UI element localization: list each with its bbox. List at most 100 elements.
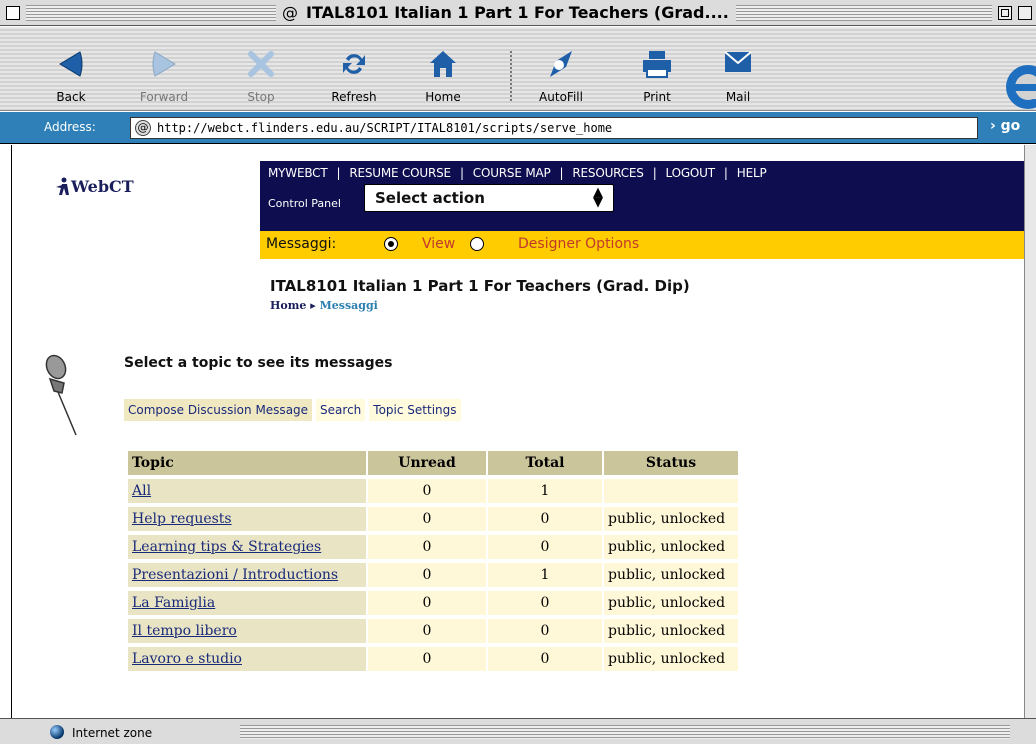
forward-button[interactable]: Forward [130, 27, 198, 111]
pushpin-icon [45, 354, 77, 436]
webct-logo[interactable]: WebCT [56, 177, 134, 196]
status-bar: Internet zone [0, 718, 1036, 744]
topic-cell: Il tempo libero [128, 619, 366, 643]
unread-cell: 0 [368, 647, 486, 671]
designer-options-label[interactable]: Designer Options [518, 236, 639, 252]
table-row: All 0 1 [128, 479, 738, 503]
address-input[interactable]: @ http://webct.flinders.edu.au/SCRIPT/IT… [130, 117, 978, 139]
web-page: WebCT MYWEBCT | RESUME COURSE | COURSE MAP | R… [12, 145, 1036, 718]
refresh-icon [343, 54, 365, 74]
topic-cell: La Famiglia [128, 591, 366, 615]
topic-cell: Learning tips & Strategies [128, 535, 366, 559]
unread-cell: 0 [368, 591, 486, 615]
mail-icon [724, 51, 752, 72]
home-button[interactable]: Home [418, 27, 468, 111]
globe-icon [50, 725, 64, 739]
total-cell: 0 [488, 507, 602, 531]
nav-resume-course[interactable]: RESUME COURSE [349, 166, 451, 180]
stop-button[interactable]: Stop [236, 27, 286, 111]
control-panel-label: Control Panel [268, 197, 341, 210]
action-links: Compose Discussion Message Search Topic … [124, 399, 461, 421]
status-zone: Internet zone [72, 726, 153, 740]
updown-arrows-icon: ▲ ▼ [593, 185, 603, 210]
topic-link-lavoro-e-studio[interactable]: Lavoro e studio [132, 651, 242, 667]
topic-cell: All [128, 479, 366, 503]
total-cell: 0 [488, 619, 602, 643]
nav-mywebct[interactable]: MYWEBCT [268, 166, 328, 180]
status-cell: public, unlocked [604, 647, 738, 671]
topic-link-la-famiglia[interactable]: La Famiglia [132, 595, 215, 611]
select-action-dropdown[interactable]: Select action ▲ ▼ [364, 184, 614, 212]
breadcrumb: Home ▸ Messaggi [270, 299, 378, 312]
print-button[interactable]: Print [632, 27, 682, 111]
unread-cell: 0 [368, 619, 486, 643]
address-label: Address: [44, 120, 96, 134]
toolbar-separator [510, 51, 512, 101]
breadcrumb-arrow-icon: ▸ [310, 299, 320, 312]
close-box[interactable] [6, 6, 20, 20]
topic-link-presentazioni[interactable]: Presentazioni / Introductions [132, 567, 338, 583]
printer-icon [643, 51, 671, 78]
status-cell: public, unlocked [604, 507, 738, 531]
topic-settings-link[interactable]: Topic Settings [369, 399, 461, 421]
topic-link-all[interactable]: All [132, 483, 151, 499]
search-link[interactable]: Search [316, 399, 366, 421]
nav-course-map[interactable]: COURSE MAP [473, 166, 551, 180]
go-label: go [1000, 118, 1021, 134]
compose-discussion-message-link[interactable]: Compose Discussion Message [124, 399, 313, 421]
nav-help[interactable]: HELP [737, 166, 767, 180]
section-heading: Select a topic to see its messages [124, 355, 393, 371]
unread-cell: 0 [368, 507, 486, 531]
unread-cell: 0 [368, 563, 486, 587]
table-row: Lavoro e studio 0 0 public, unlocked [128, 647, 738, 671]
total-cell: 1 [488, 479, 602, 503]
topic-link-learning-tips[interactable]: Learning tips & Strategies [132, 539, 321, 555]
forward-arrow-icon [152, 51, 176, 77]
breadcrumb-home[interactable]: Home [270, 299, 306, 312]
window-title: @ ITAL8101 Italian 1 Part 1 For Teachers … [276, 3, 735, 23]
view-label[interactable]: View [422, 236, 455, 252]
window-left-edge [0, 145, 12, 718]
table-header-row: Topic Unread Total Status [128, 451, 738, 475]
collapse-box[interactable] [1018, 6, 1032, 20]
table-row: Il tempo libero 0 0 public, unlocked [128, 619, 738, 643]
status-cell: public, unlocked [604, 563, 738, 587]
status-cell [604, 479, 738, 503]
table-row: Help requests 0 0 public, unlocked [128, 507, 738, 531]
topic-link-help-requests[interactable]: Help requests [132, 511, 232, 527]
title-stripes-left [26, 5, 276, 21]
refresh-button[interactable]: Refresh [322, 27, 386, 111]
col-header-total: Total [488, 451, 602, 475]
page-icon: @ [135, 120, 151, 136]
status-stripes [240, 725, 1010, 739]
total-cell: 1 [488, 563, 602, 587]
address-url: http://webct.flinders.edu.au/SCRIPT/ITAL… [157, 121, 613, 135]
back-button[interactable]: Back [46, 27, 96, 111]
col-header-unread: Unread [368, 451, 486, 475]
autofill-button[interactable]: AutoFill [528, 27, 594, 111]
home-icon [430, 51, 456, 77]
zoom-box[interactable] [998, 6, 1012, 20]
messaggi-label: Messaggi: [266, 236, 337, 252]
mail-button[interactable]: Mail [718, 27, 758, 111]
topic-cell: Lavoro e studio [128, 647, 366, 671]
nav-logout[interactable]: LOGOUT [666, 166, 716, 180]
back-arrow-icon [59, 51, 83, 77]
go-button[interactable]: › go [990, 118, 1020, 134]
designer-options-radio[interactable] [470, 237, 484, 251]
messaggi-bar: Messaggi: View Designer Options [260, 231, 1036, 259]
webct-figure-icon [56, 177, 69, 195]
view-radio[interactable] [384, 237, 398, 251]
table-row: Learning tips & Strategies 0 0 public, u… [128, 535, 738, 559]
vertical-scrollbar[interactable] [1024, 145, 1036, 718]
total-cell: 0 [488, 647, 602, 671]
topic-link-il-tempo-libero[interactable]: Il tempo libero [132, 623, 237, 639]
title-stripes-right [736, 5, 992, 21]
table-row: Presentazioni / Introductions 0 1 public… [128, 563, 738, 587]
webct-navbar: MYWEBCT | RESUME COURSE | COURSE MAP | RESOURC… [260, 161, 1036, 231]
status-cell: public, unlocked [604, 535, 738, 559]
stop-icon [248, 51, 274, 77]
topic-cell: Presentazioni / Introductions [128, 563, 366, 587]
nav-resources[interactable]: RESOURCES [572, 166, 643, 180]
topics-table: Topic Unread Total Status All 0 1 Help r… [126, 447, 740, 675]
